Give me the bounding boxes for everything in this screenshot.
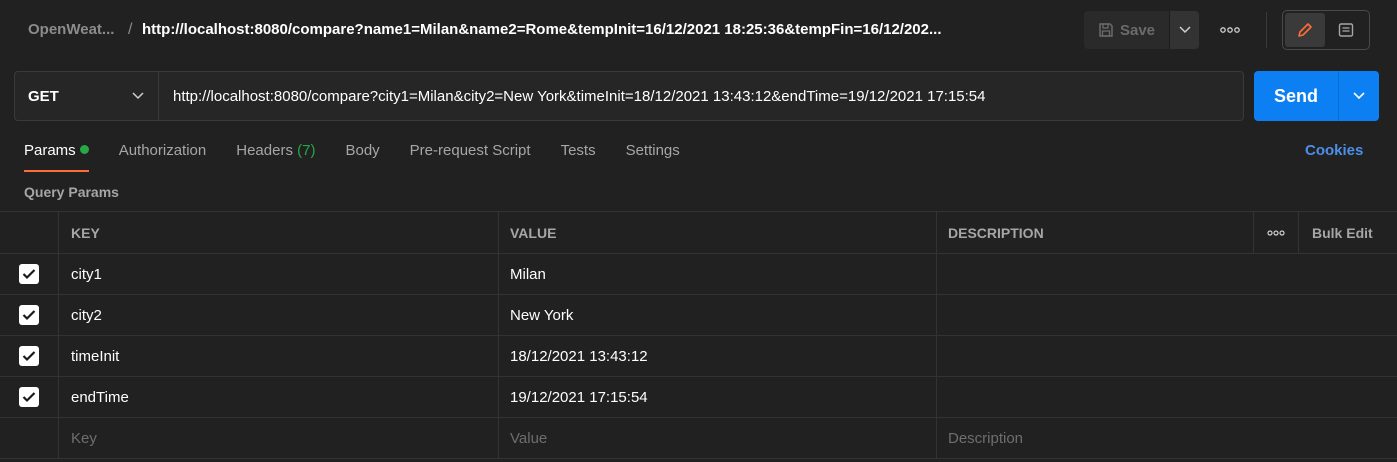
- column-header-description: DESCRIPTION: [937, 212, 1254, 253]
- new-key-input[interactable]: Key: [59, 418, 499, 458]
- save-label: Save: [1119, 21, 1156, 39]
- checkmark-icon: [22, 269, 36, 280]
- save-options-button[interactable]: [1169, 11, 1199, 49]
- query-params-table: KEY VALUE DESCRIPTION Bulk Edit city1 Mi…: [0, 211, 1397, 459]
- row-checkbox-cell: [0, 295, 59, 335]
- save-group: Save: [1084, 11, 1199, 49]
- checkmark-icon: [22, 392, 36, 403]
- tab-label: Headers: [236, 142, 298, 159]
- param-key[interactable]: city1: [59, 254, 499, 294]
- documentation-mode-button[interactable]: [1325, 13, 1367, 47]
- document-icon: [1338, 23, 1354, 37]
- pencil-icon: [1298, 23, 1312, 37]
- header-divider: [1266, 12, 1267, 48]
- header-checkbox-cell: [0, 212, 59, 253]
- method-label: GET: [28, 87, 59, 105]
- tab-authorization[interactable]: Authorization: [119, 142, 207, 172]
- param-value[interactable]: 19/12/2021 17:15:54: [499, 377, 937, 417]
- row-checkbox-cell: [0, 254, 59, 294]
- tab-headers[interactable]: Headers (7): [236, 142, 315, 172]
- more-options-button[interactable]: [1216, 18, 1244, 42]
- row-checkbox[interactable]: [19, 387, 39, 407]
- send-button[interactable]: Send: [1254, 71, 1338, 121]
- tab-label: Authorization: [118, 142, 207, 159]
- param-key[interactable]: city2: [59, 295, 499, 335]
- table-header-row: KEY VALUE DESCRIPTION Bulk Edit: [0, 211, 1397, 254]
- tab-params[interactable]: Params: [24, 142, 89, 172]
- param-key[interactable]: endTime: [59, 377, 499, 417]
- active-indicator-dot: [79, 145, 89, 154]
- send-options-button[interactable]: [1338, 71, 1379, 121]
- checkmark-icon: [22, 310, 36, 321]
- param-description[interactable]: [937, 254, 1397, 294]
- ellipsis-icon: [1267, 229, 1285, 236]
- param-value[interactable]: Milan: [499, 254, 937, 294]
- url-input[interactable]: http://localhost:8080/compare?city1=Mila…: [159, 72, 1243, 120]
- tab-label: Tests: [560, 142, 596, 159]
- tab-label: Params: [24, 142, 76, 159]
- cookies-link[interactable]: Cookies: [1305, 142, 1363, 159]
- row-checkbox-cell: [0, 336, 59, 376]
- tab-body[interactable]: Body: [345, 142, 379, 172]
- row-checkbox-cell: [0, 377, 59, 417]
- table-row-new: Key Value Description: [0, 418, 1397, 459]
- param-description[interactable]: [937, 336, 1397, 376]
- param-key[interactable]: timeInit: [59, 336, 499, 376]
- send-group: Send: [1254, 71, 1379, 121]
- bulk-edit-button[interactable]: Bulk Edit: [1299, 212, 1397, 253]
- param-value[interactable]: 18/12/2021 13:43:12: [499, 336, 937, 376]
- table-row: city1 Milan: [0, 254, 1397, 295]
- tab-tests[interactable]: Tests: [561, 142, 596, 172]
- chevron-down-icon: [132, 92, 144, 100]
- save-icon: [1099, 23, 1113, 37]
- tab-label: Pre-request Script: [409, 142, 531, 159]
- table-row: endTime 19/12/2021 17:15:54: [0, 377, 1397, 418]
- table-row: city2 New York: [0, 295, 1397, 336]
- new-value-input[interactable]: Value: [499, 418, 937, 458]
- ellipsis-icon: [1220, 27, 1240, 33]
- table-row: timeInit 18/12/2021 13:43:12: [0, 336, 1397, 377]
- tab-pre-request-script[interactable]: Pre-request Script: [410, 142, 531, 172]
- breadcrumb-separator: /: [128, 21, 133, 38]
- row-checkbox-cell: [0, 418, 59, 458]
- request-bar: GET http://localhost:8080/compare?city1=…: [14, 71, 1244, 121]
- chevron-down-icon: [1178, 26, 1191, 34]
- column-header-key: KEY: [59, 212, 499, 253]
- checkmark-icon: [22, 351, 36, 362]
- chevron-down-icon: [1353, 92, 1365, 100]
- param-value[interactable]: New York: [499, 295, 937, 335]
- request-tabs: Params Authorization Headers (7) Body Pr…: [24, 142, 710, 172]
- new-description-input[interactable]: Description: [937, 418, 1397, 458]
- tab-label: Settings: [625, 142, 680, 159]
- save-button[interactable]: Save: [1084, 11, 1169, 49]
- param-description[interactable]: [937, 377, 1397, 417]
- row-checkbox[interactable]: [19, 305, 39, 325]
- collection-name[interactable]: OpenWeat...: [28, 21, 114, 38]
- row-checkbox[interactable]: [19, 346, 39, 366]
- column-header-value: VALUE: [499, 212, 937, 253]
- tab-settings[interactable]: Settings: [626, 142, 680, 172]
- edit-mode-button[interactable]: [1285, 13, 1325, 47]
- method-select[interactable]: GET: [15, 72, 159, 120]
- query-params-title: Query Params: [24, 184, 119, 200]
- param-description[interactable]: [937, 295, 1397, 335]
- row-checkbox[interactable]: [19, 264, 39, 284]
- view-mode-toggle: [1282, 10, 1370, 50]
- column-options-button[interactable]: [1254, 212, 1299, 253]
- request-title[interactable]: http://localhost:8080/compare?name1=Mila…: [142, 21, 942, 38]
- tab-label: Body: [345, 142, 380, 159]
- headers-count: (7): [297, 142, 316, 159]
